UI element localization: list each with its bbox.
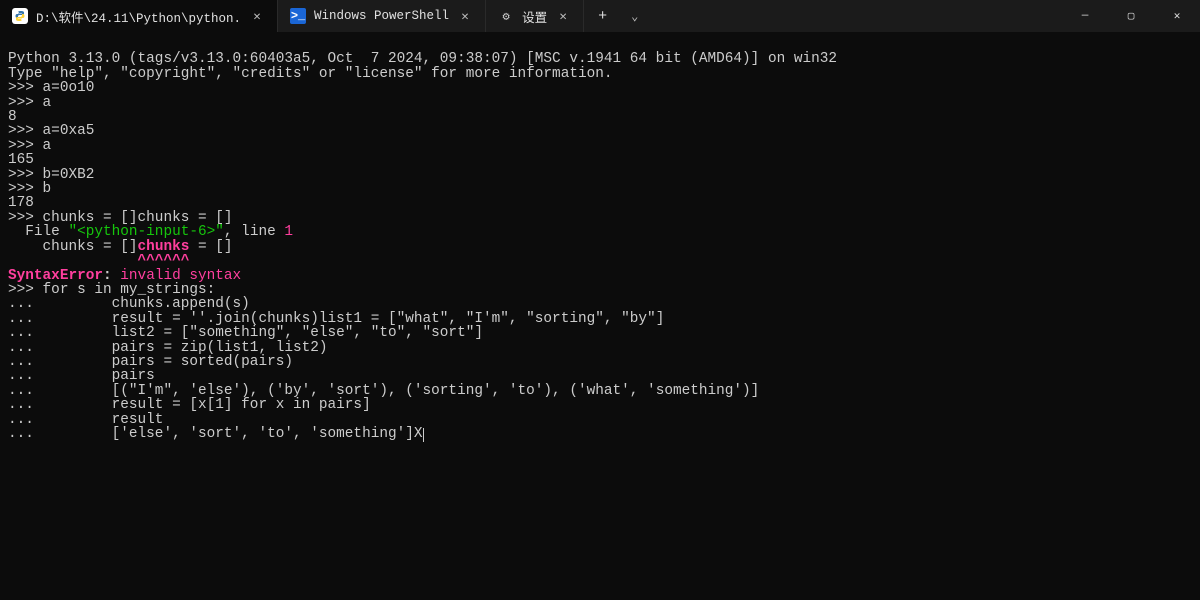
titlebar: D:\软件\24.11\Python\python. ✕ >_ Windows … bbox=[0, 0, 1200, 32]
input-line: ['else', 'sort', 'to', 'something']X bbox=[43, 426, 423, 442]
tab-label: Windows PowerShell bbox=[314, 9, 449, 23]
terminal-output[interactable]: Python 3.13.0 (tags/v3.13.0:60403a5, Oct… bbox=[0, 32, 1200, 448]
text-cursor bbox=[423, 428, 424, 442]
tab-close-button[interactable]: ✕ bbox=[249, 8, 265, 24]
error-line-num: 1 bbox=[284, 224, 293, 240]
continuation: ... bbox=[8, 426, 43, 442]
new-tab-button[interactable]: + bbox=[584, 0, 621, 32]
input-line: a bbox=[43, 138, 52, 154]
input-line: a bbox=[43, 95, 52, 111]
minimize-button[interactable]: — bbox=[1062, 0, 1108, 32]
tab-python[interactable]: D:\软件\24.11\Python\python. ✕ bbox=[0, 0, 278, 32]
gear-icon: ⚙ bbox=[498, 8, 514, 24]
window-controls: — ▢ ✕ bbox=[1062, 0, 1200, 32]
tab-label: D:\软件\24.11\Python\python. bbox=[36, 7, 241, 26]
tab-close-button[interactable]: ✕ bbox=[457, 8, 473, 24]
tab-settings[interactable]: ⚙ 设置 ✕ bbox=[486, 0, 584, 32]
tab-label: 设置 bbox=[522, 7, 547, 26]
input-line: b bbox=[43, 181, 52, 197]
banner-line: Type "help", "copyright", "credits" or "… bbox=[8, 66, 613, 82]
tab-dropdown-button[interactable]: ⌄ bbox=[621, 0, 648, 32]
error-code-post: = [] bbox=[189, 239, 232, 255]
close-window-button[interactable]: ✕ bbox=[1154, 0, 1200, 32]
maximize-button[interactable]: ▢ bbox=[1108, 0, 1154, 32]
tab-close-button[interactable]: ✕ bbox=[555, 8, 571, 24]
tab-powershell[interactable]: >_ Windows PowerShell ✕ bbox=[278, 0, 486, 32]
powershell-icon: >_ bbox=[290, 8, 306, 24]
error-file-mid: , line bbox=[224, 224, 284, 240]
python-icon bbox=[12, 8, 28, 24]
